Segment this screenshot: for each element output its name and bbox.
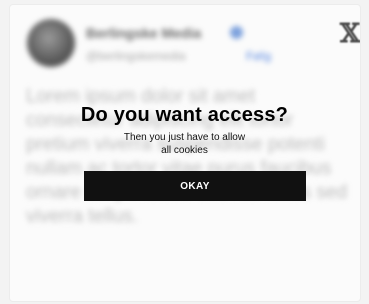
okay-button[interactable]: OKAY xyxy=(84,171,306,201)
cookie-consent-overlay: Do you want access? Then you just have t… xyxy=(0,0,369,304)
consent-headline: Do you want access? xyxy=(80,104,289,126)
consent-subtext: Then you just have to allow all cookies xyxy=(0,131,369,157)
consent-subtext-line-2: all cookies xyxy=(161,145,208,156)
consent-subtext-line-1: Then you just have to allow xyxy=(123,132,246,143)
